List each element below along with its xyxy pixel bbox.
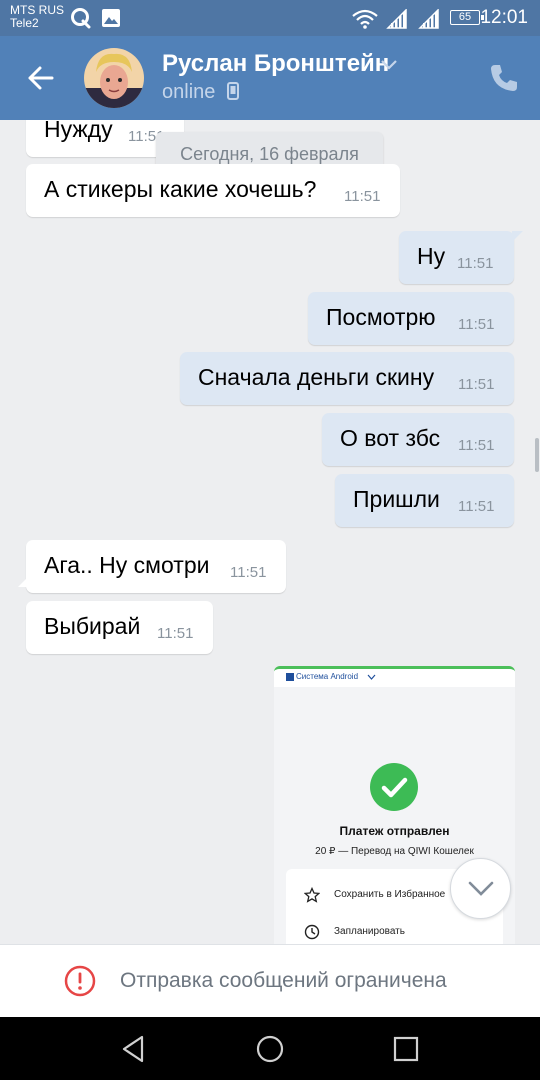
scroll-to-bottom-button[interactable]	[450, 858, 511, 919]
message-time: 11:51	[458, 437, 495, 454]
message-text: Нужду	[44, 120, 113, 142]
chevron-down-icon	[367, 674, 376, 680]
message-bubble-outgoing[interactable]: Пришли 11:51	[335, 474, 514, 527]
payment-subtitle: 20 ₽ — Перевод на QIWI Кошелек	[315, 846, 474, 857]
message-bubble-outgoing[interactable]: Ну 11:51	[399, 231, 523, 284]
system-navigation-bar	[0, 1017, 540, 1080]
call-button[interactable]	[488, 62, 520, 94]
wifi-icon	[352, 9, 378, 34]
message-time: 11:51	[458, 316, 495, 333]
message-time: 11:51	[157, 625, 194, 642]
message-time: 11:51	[458, 498, 495, 515]
clock-icon	[304, 924, 320, 940]
mobile-device-icon	[226, 82, 239, 100]
message-text: Посмотрю	[326, 304, 436, 330]
status-bar: MTS RUS Tele2 65 12:01	[0, 0, 540, 36]
photo-notification-bar: Система Android	[274, 669, 515, 687]
arrow-left-icon	[28, 66, 54, 90]
message-bubble-incoming[interactable]: Выбирай 11:51	[26, 601, 213, 654]
android-system-icon	[286, 673, 294, 681]
checkmark-icon	[370, 763, 418, 811]
message-text: Выбирай	[44, 613, 141, 639]
contact-status: online	[162, 81, 239, 104]
avatar[interactable]	[84, 48, 144, 108]
message-time: 11:51	[458, 376, 495, 393]
message-text: А стикеры какие хочешь?	[44, 176, 317, 202]
triangle-back-icon	[122, 1035, 144, 1063]
message-text: Пришли	[353, 486, 440, 512]
battery-icon: 65	[450, 10, 484, 25]
back-button[interactable]	[20, 58, 64, 98]
message-bubble-incoming[interactable]: Ага.. Ну смотри 11:51	[18, 540, 286, 593]
chat-header: Руслан Бронштейн online	[0, 36, 540, 120]
message-bubble-outgoing[interactable]: О вот збс 11:51	[322, 413, 514, 466]
save-favorite-row: Сохранить в Избранное	[334, 889, 446, 900]
online-status-text: online	[162, 81, 216, 103]
circle-home-icon	[256, 1035, 284, 1063]
clock: 12:01	[480, 7, 528, 28]
contact-name[interactable]: Руслан Бронштейн	[162, 50, 389, 78]
phone-icon	[491, 65, 517, 91]
carrier-info: MTS RUS Tele2	[10, 4, 64, 30]
signal-strength-icon-2	[418, 8, 440, 34]
qiwi-notification-icon	[70, 7, 92, 34]
nav-home-button[interactable]	[254, 1033, 286, 1065]
message-text: Ага.. Ну смотри	[44, 552, 210, 578]
message-text: Сначала деньги скину	[198, 364, 435, 390]
message-text: О вот збс	[340, 425, 441, 451]
bubble-tail	[512, 231, 523, 242]
scrollbar-thumb[interactable]	[535, 438, 539, 472]
star-icon	[304, 887, 320, 903]
payment-title: Платеж отправлен	[339, 824, 450, 838]
carrier-secondary: Tele2	[10, 16, 39, 30]
bubble-tail	[18, 577, 28, 587]
square-recents-icon	[393, 1036, 419, 1062]
message-bubble-incoming[interactable]: А стикеры какие хочешь? 11:51	[26, 164, 400, 217]
message-time: 11:51	[344, 188, 381, 205]
message-list[interactable]: Нужду 11:51 Сегодня, 16 февраля А стикер…	[0, 120, 540, 944]
gallery-notification-icon	[101, 8, 121, 33]
warning-icon	[64, 965, 96, 1002]
photo-top-label: Система Android	[296, 672, 359, 681]
message-text: Ну	[417, 243, 446, 269]
message-bubble-outgoing[interactable]: Посмотрю 11:51	[308, 292, 514, 345]
chevron-down-icon[interactable]	[380, 58, 398, 76]
schedule-row: Запланировать	[334, 926, 405, 937]
nav-recents-button[interactable]	[390, 1033, 422, 1065]
chevron-down-icon	[468, 881, 494, 896]
nav-back-button[interactable]	[118, 1033, 150, 1065]
signal-strength-icon-1	[386, 8, 408, 34]
battery-level: 65	[458, 11, 472, 23]
message-bubble-outgoing[interactable]: Сначала деньги скину 11:51	[180, 352, 514, 405]
message-time: 11:51	[457, 255, 494, 272]
message-time: 11:51	[230, 564, 267, 581]
messaging-restricted-bar: Отправка сообщений ограничена	[0, 944, 540, 1017]
restricted-message: Отправка сообщений ограничена	[120, 969, 447, 992]
